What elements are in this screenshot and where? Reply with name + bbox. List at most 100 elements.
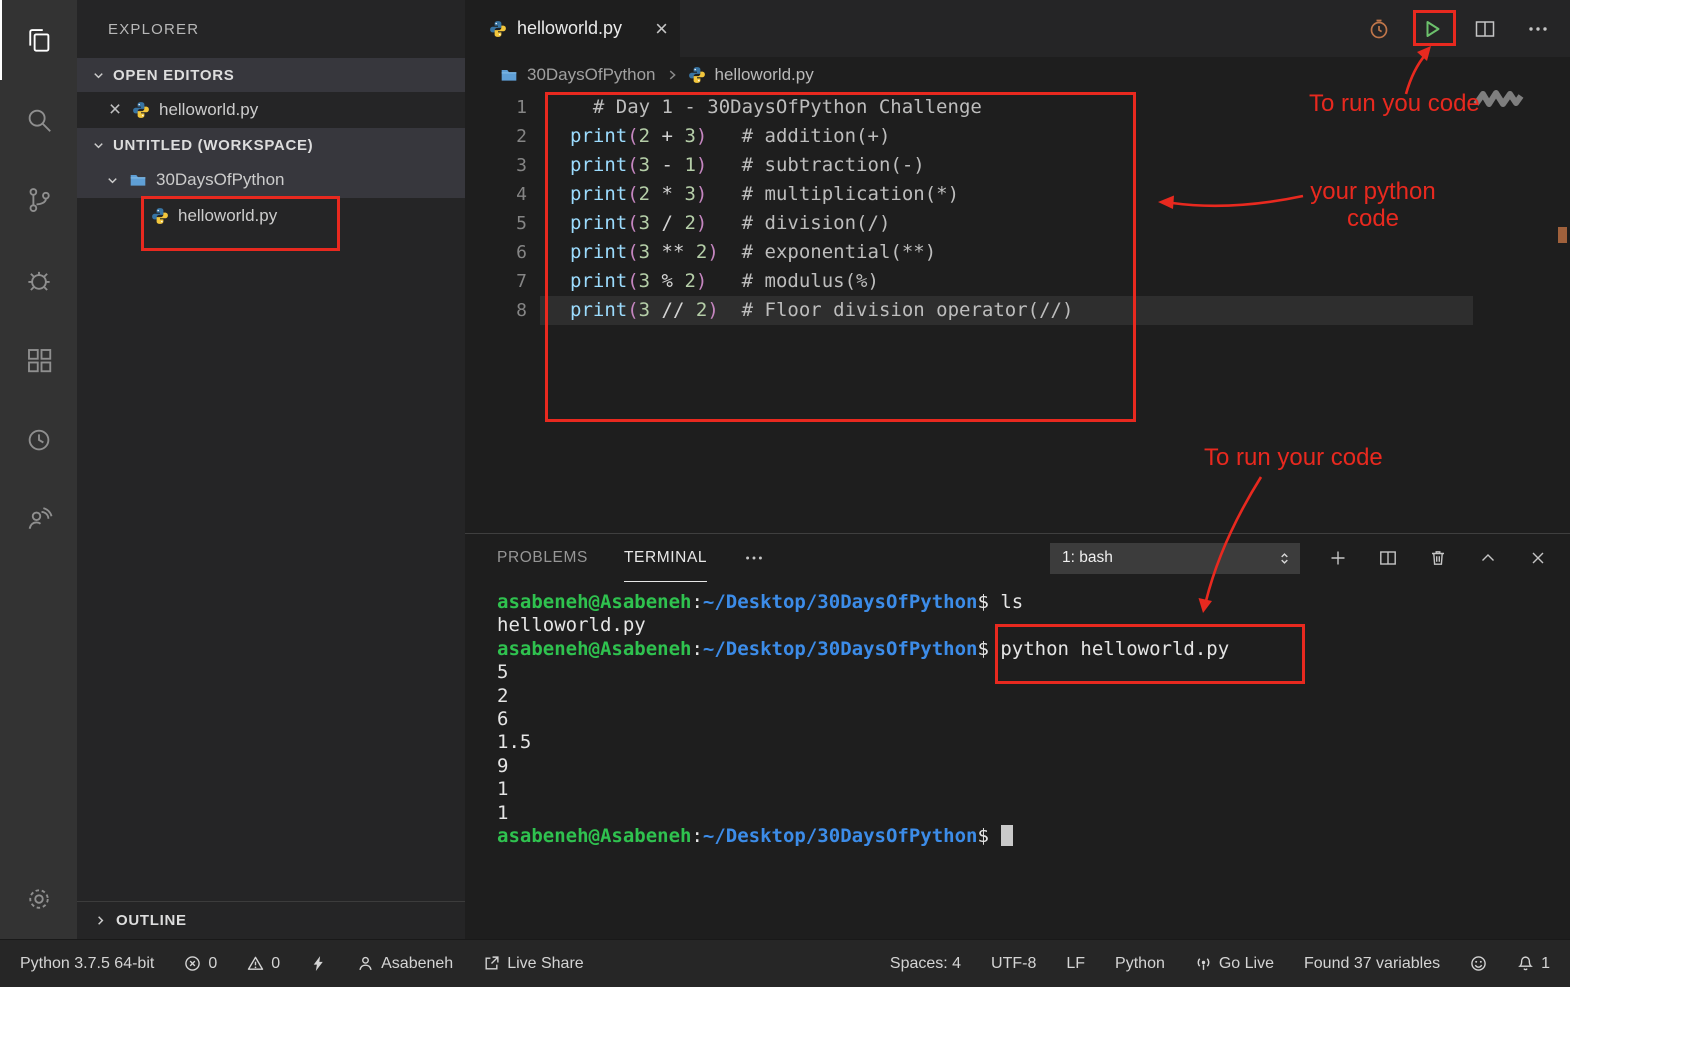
terminal-line: 9 [497, 755, 1570, 778]
status-variables-found[interactable]: Found 37 variables [1304, 955, 1440, 973]
more-actions-icon[interactable] [1526, 17, 1550, 41]
breadcrumb: 30DaysOfPython helloworld.py [465, 57, 1570, 93]
status-encoding[interactable]: UTF-8 [991, 955, 1036, 973]
status-encoding-label: UTF-8 [991, 955, 1036, 973]
close-icon[interactable]: × [655, 20, 668, 38]
breadcrumb-file[interactable]: helloworld.py [715, 65, 814, 85]
panel-header: PROBLEMS TERMINAL 1: bash [465, 534, 1570, 582]
shell-selector[interactable]: 1: bash [1050, 543, 1300, 574]
tab-problems[interactable]: PROBLEMS [497, 534, 588, 582]
overview-ruler-marker [1558, 227, 1567, 243]
bell-icon [1517, 955, 1534, 972]
python-file-icon [489, 20, 507, 38]
status-python-interpreter-label: Python 3.7.5 64-bit [20, 955, 154, 973]
source-control-icon[interactable] [0, 160, 77, 240]
status-problems-errors[interactable]: 0 [184, 955, 217, 973]
extensions-icon[interactable] [0, 320, 77, 400]
code-line[interactable]: 5print(3 / 2) # division(/) [465, 209, 1570, 238]
run-button[interactable] [1420, 17, 1444, 41]
tab-helloworld[interactable]: helloworld.py × [465, 0, 680, 57]
terminal-line: 6 [497, 708, 1570, 731]
status-notifications-label: 1 [1541, 955, 1550, 973]
updown-arrows-icon [1277, 551, 1292, 566]
outline-section[interactable]: OUTLINE [77, 901, 465, 939]
chevron-down-icon [91, 68, 106, 83]
golive-icon [1195, 955, 1212, 972]
settings-gear-icon[interactable] [0, 859, 77, 939]
open-editor-label: helloworld.py [159, 100, 258, 120]
terminal-line: helloworld.py [497, 614, 1570, 637]
search-icon[interactable] [0, 80, 77, 160]
code-line[interactable]: 2print(2 + 3) # addition(+) [465, 122, 1570, 151]
code-line[interactable]: 4print(2 * 3) # multiplication(*) [465, 180, 1570, 209]
status-indentation-label: Spaces: 4 [890, 955, 961, 973]
status-problems-warnings[interactable]: 0 [247, 955, 280, 973]
clock-icon[interactable] [1367, 17, 1391, 41]
status-lightning[interactable] [310, 955, 327, 972]
workspace-header[interactable]: UNTITLED (WORKSPACE) [77, 128, 465, 162]
terminal-cursor [1001, 825, 1013, 846]
status-go-live[interactable]: Go Live [1195, 955, 1274, 973]
vscode-window: EXPLORER OPEN EDITORS × helloworld.py UN… [0, 0, 1570, 987]
kill-terminal-icon[interactable] [1428, 548, 1448, 568]
maximize-panel-icon[interactable] [1478, 548, 1498, 568]
tree-file-label: helloworld.py [178, 206, 277, 226]
liveshare-icon[interactable] [0, 480, 77, 560]
folder-icon [129, 171, 147, 189]
status-indentation[interactable]: Spaces: 4 [890, 955, 961, 973]
terminal-line: 1 [497, 778, 1570, 801]
code-line[interactable]: 8print(3 // 2) # Floor division operator… [465, 296, 1570, 325]
terminal-line: asabeneh@Asabeneh:~/Desktop/30DaysOfPyth… [497, 591, 1570, 614]
code-line[interactable]: 3print(3 - 1) # subtraction(-) [465, 151, 1570, 180]
code-line[interactable]: 7print(3 % 2) # modulus(%) [465, 267, 1570, 296]
terminal-output[interactable]: asabeneh@Asabeneh:~/Desktop/30DaysOfPyth… [465, 582, 1570, 939]
status-feedback-smiley[interactable] [1470, 955, 1487, 972]
terminal-line: asabeneh@Asabeneh:~/Desktop/30DaysOfPyth… [497, 825, 1570, 848]
explorer-sidebar: EXPLORER OPEN EDITORS × helloworld.py UN… [77, 0, 465, 939]
new-terminal-icon[interactable] [1328, 548, 1348, 568]
explorer-icon[interactable] [0, 0, 77, 80]
warning-icon [247, 955, 264, 972]
tree-folder-30daysofpython[interactable]: 30DaysOfPython [77, 162, 465, 198]
lightning-icon [310, 955, 327, 972]
open-editor-item[interactable]: × helloworld.py [77, 92, 465, 128]
python-file-icon [132, 101, 150, 119]
code-line[interactable]: 1 # Day 1 - 30DaysOfPython Challenge [465, 93, 1570, 122]
tab-bar: helloworld.py × [465, 0, 1570, 57]
status-language-mode[interactable]: Python [1115, 955, 1165, 973]
status-python-interpreter[interactable]: Python 3.7.5 64-bit [20, 955, 154, 973]
status-notifications[interactable]: 1 [1517, 955, 1550, 973]
status-eol[interactable]: LF [1066, 955, 1085, 973]
line-number: 5 [465, 209, 540, 238]
more-panel-tabs-icon[interactable] [743, 547, 765, 569]
person-icon [357, 955, 374, 972]
line-number: 2 [465, 122, 540, 151]
share-icon [483, 955, 500, 972]
activity-bar [0, 0, 77, 939]
status-live-share[interactable]: Live Share [483, 955, 584, 973]
breadcrumb-folder[interactable]: 30DaysOfPython [527, 65, 656, 85]
tree-file-helloworld[interactable]: helloworld.py [77, 198, 465, 234]
workspace-icon [500, 66, 518, 84]
close-panel-icon[interactable] [1528, 548, 1548, 568]
chevron-right-icon [93, 913, 108, 928]
code-line[interactable]: 6print(3 ** 2) # exponential(**) [465, 238, 1570, 267]
close-icon[interactable]: × [107, 102, 123, 118]
smiley-icon [1470, 955, 1487, 972]
open-editors-header[interactable]: OPEN EDITORS [77, 58, 465, 92]
workspace-label: UNTITLED (WORKSPACE) [113, 137, 313, 154]
chevron-right-icon [665, 68, 679, 82]
status-problems-warnings-label: 0 [271, 955, 280, 973]
code-editor[interactable]: 1 # Day 1 - 30DaysOfPython Challenge2pri… [465, 93, 1570, 533]
screenshot-canvas: { "colors":{ "annotation_red":"#e8291f",… [0, 0, 1681, 1058]
line-number: 3 [465, 151, 540, 180]
shell-selector-value: 1: bash [1062, 549, 1113, 567]
status-account[interactable]: Asabeneh [357, 955, 453, 973]
split-editor-icon[interactable] [1473, 17, 1497, 41]
tab-terminal[interactable]: TERMINAL [624, 534, 707, 582]
debug-icon[interactable] [0, 240, 77, 320]
status-account-label: Asabeneh [381, 955, 453, 973]
python-file-icon [688, 66, 706, 84]
split-terminal-icon[interactable] [1378, 548, 1398, 568]
clock-icon[interactable] [0, 400, 77, 480]
